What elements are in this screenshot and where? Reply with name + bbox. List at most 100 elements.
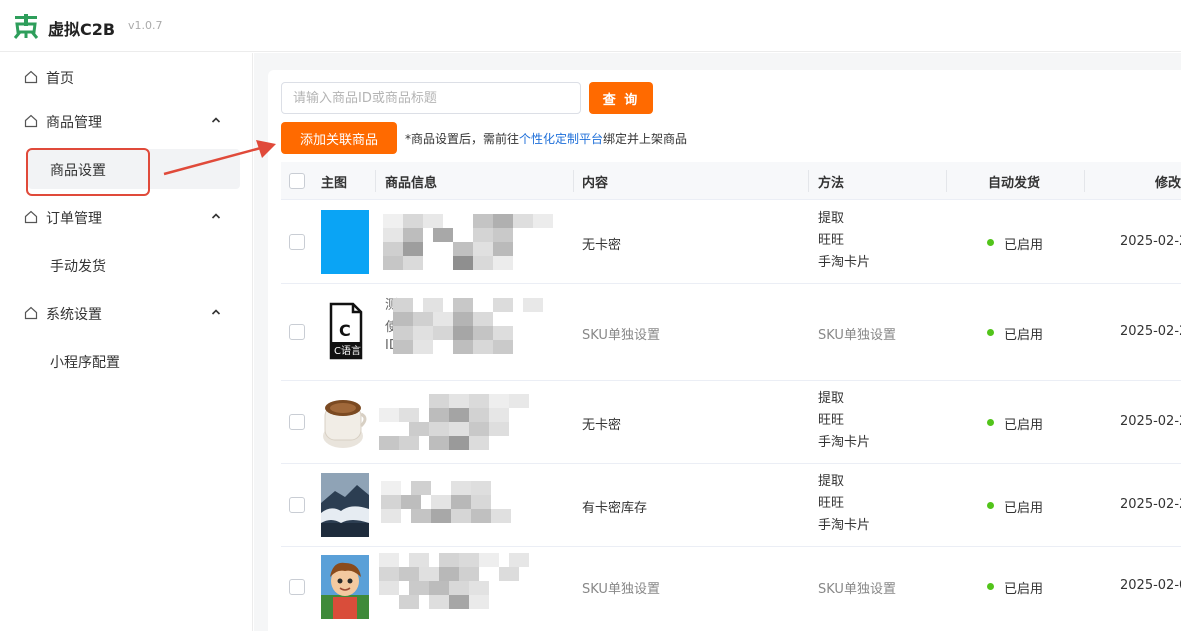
status-dot-icon [987,583,994,590]
mountain-clouds-image[interactable] [321,473,369,537]
sidebar-item-order-management[interactable]: 订单管理 [0,197,252,237]
chevron-up-icon [211,213,221,219]
method-item: SKU单独设置 [818,582,896,597]
sidebar-item-goods-management[interactable]: 商品管理 [0,101,252,141]
home-icon [24,114,38,128]
column-separator [808,170,809,192]
settings-tip: *商品设置后，需前往个性化定制平台绑定并上架商品 [405,130,687,147]
customization-platform-link[interactable]: 个性化定制平台 [519,132,603,146]
method-item: 旺旺 [818,233,845,248]
content-type: SKU单独设置 [582,328,660,343]
method-item: 提取 [818,391,845,406]
table-row: 无卡密 提取 旺旺 手淘卡片 已启用 2025-02-2 [281,201,1181,284]
modified-time: 2025-02-2 [1120,414,1181,429]
column-header-modified: 修改 [1155,176,1181,191]
column-header-auto-delivery: 自动发货 [988,176,1041,191]
column-separator [946,170,947,192]
annotation-highlight-box [26,148,150,196]
content-type: 无卡密 [582,418,622,433]
method-list: 提取 旺旺 手淘卡片 [818,471,870,537]
sidebar-item-manual-delivery[interactable]: 手动发货 [28,245,240,285]
column-header-method: 方法 [818,176,845,191]
blurred-product-info [379,394,549,450]
c-language-file-icon[interactable]: C C语言 [321,300,369,364]
app-logo-icon [13,14,39,39]
thumb-label: C语言 [334,344,361,357]
blurred-product-info [383,214,553,270]
svg-text:C: C [339,321,351,340]
status-dot-icon [987,419,994,426]
search-input[interactable] [281,82,581,114]
coffee-cup-image[interactable] [321,390,369,454]
table-row: C C语言 测 使 ID SKU单独设置 SKU单独设置 已启用 2025-02… [281,284,1181,381]
query-button[interactable]: 查 询 [589,82,653,114]
blurred-product-info [393,298,563,354]
row-checkbox[interactable] [289,234,305,250]
column-header-content: 内容 [582,176,609,191]
sidebar-item-label: 小程序配置 [50,355,120,371]
tip-suffix: 绑定并上架商品 [603,132,688,146]
row-checkbox[interactable] [289,414,305,430]
status-badge: 已启用 [1004,501,1044,516]
home-icon [24,306,38,320]
sidebar-item-label: 手动发货 [50,259,106,275]
product-thumbnail[interactable] [321,210,369,274]
column-header-info: 商品信息 [385,176,438,191]
tip-prefix: *商品设置后，需前往 [405,132,520,146]
status-badge: 已启用 [1004,238,1044,253]
method-item: 手淘卡片 [818,518,871,533]
chevron-up-icon [211,309,221,315]
modified-time: 2025-02-2 [1120,497,1181,512]
modified-time: 2025-02-2 [1120,234,1181,249]
table-row: SKU单独设置 SKU单独设置 已启用 2025-02-0 [281,547,1181,631]
annotation-arrow-icon [163,140,276,176]
add-linked-goods-button[interactable]: 添加关联商品 [281,122,397,154]
row-checkbox[interactable] [289,497,305,513]
status-badge: 已启用 [1004,582,1044,597]
sidebar-item-home[interactable]: 首页 [0,57,252,97]
sidebar-item-label: 首页 [46,71,74,87]
row-checkbox[interactable] [289,579,305,595]
method-item: 提取 [818,211,845,226]
app-header: 虚拟C2B v1.0.7 [0,0,1181,52]
blurred-product-info [379,553,549,609]
status-dot-icon [987,239,994,246]
method-item: 旺旺 [818,413,845,428]
cartoon-boy-image[interactable] [321,555,369,619]
select-all-checkbox[interactable] [289,173,305,189]
modified-time: 2025-02-0 [1120,578,1181,593]
sidebar-item-label: 商品管理 [46,115,102,131]
content-type: 有卡密库存 [582,501,648,516]
status-dot-icon [987,502,994,509]
sidebar-item-label: 订单管理 [46,211,102,227]
method-list: 提取 旺旺 手淘卡片 [818,388,870,454]
table-header: 主图 商品信息 内容 方法 自动发货 修改 [281,162,1181,200]
content-type: SKU单独设置 [582,582,660,597]
blurred-product-info [381,481,551,537]
app-title: 虚拟C2B [48,20,116,39]
table-row: 有卡密库存 提取 旺旺 手淘卡片 已启用 2025-02-2 [281,464,1181,547]
column-header-image: 主图 [321,176,348,191]
modified-time: 2025-02-2 [1120,324,1181,339]
method-list: 提取 旺旺 手淘卡片 [818,208,870,274]
status-badge: 已启用 [1004,328,1044,343]
content-type: 无卡密 [582,238,622,253]
status-dot-icon [987,329,994,336]
method-item: 手淘卡片 [818,255,871,270]
sidebar-item-system-settings[interactable]: 系统设置 [0,293,252,333]
chevron-up-icon [211,117,221,123]
sidebar-item-miniprogram-config[interactable]: 小程序配置 [28,341,240,381]
app-version: v1.0.7 [128,19,163,32]
method-item: 旺旺 [818,496,845,511]
method-item: SKU单独设置 [818,328,896,343]
table-row: 无卡密 提取 旺旺 手淘卡片 已启用 2025-02-2 [281,381,1181,464]
home-icon [24,70,38,84]
sidebar-item-label: 系统设置 [46,307,102,323]
row-checkbox[interactable] [289,324,305,340]
column-separator [375,170,376,192]
column-separator [573,170,574,192]
status-badge: 已启用 [1004,418,1044,433]
column-separator [1084,170,1085,192]
method-item: 手淘卡片 [818,435,871,450]
home-icon [24,210,38,224]
